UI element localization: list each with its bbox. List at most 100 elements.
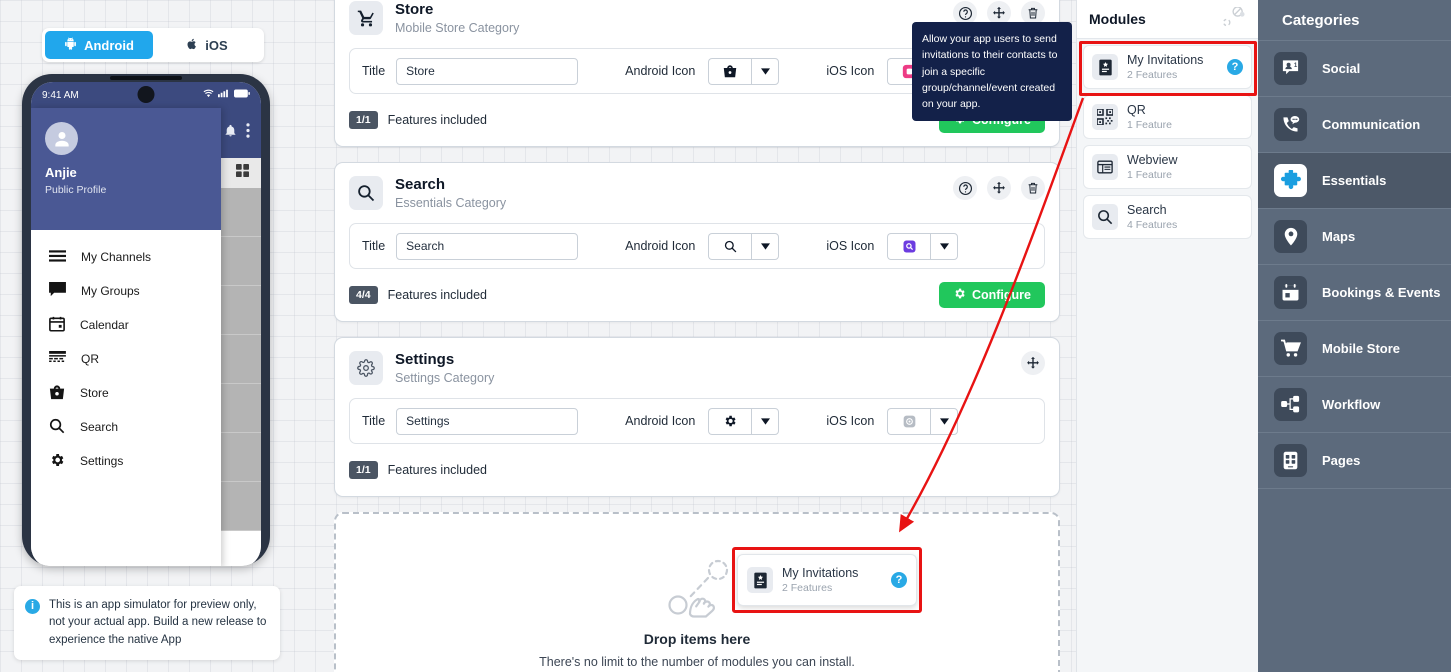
drawer-item-settings[interactable]: Settings (31, 444, 221, 478)
ios-icon-select[interactable] (887, 407, 959, 435)
move-handle-icon[interactable] (987, 176, 1011, 200)
signal-icon (218, 89, 230, 101)
chevron-down-icon[interactable] (751, 57, 780, 85)
category-item-essentials[interactable]: Essentials (1258, 153, 1451, 209)
features-included-label: Features included (387, 288, 487, 302)
categories-panel: Categories 1 Social Communication Essent… (1258, 0, 1451, 672)
help-icon[interactable] (953, 176, 977, 200)
delete-icon[interactable] (1021, 176, 1045, 200)
drawer-item-my-groups[interactable]: My Groups (31, 274, 221, 308)
modules-panel-title: Modules (1089, 11, 1146, 27)
module-item-my-invitations[interactable]: My Invitations 2 Features ? (1083, 45, 1252, 89)
os-toggle-android-label: Android (84, 37, 134, 53)
simulator-note-text: This is an app simulator for preview onl… (49, 599, 267, 646)
drawer-item-my-channels[interactable]: My Channels (31, 240, 221, 274)
title-field-label: Title (362, 64, 386, 78)
drawer-item-label: My Channels (81, 250, 152, 264)
drawer-item-store[interactable]: Store (31, 376, 221, 410)
os-toggle-android[interactable]: Android (45, 31, 153, 59)
category-item-communication[interactable]: Communication (1258, 97, 1451, 153)
chevron-down-icon[interactable] (930, 232, 959, 260)
android-icon-select[interactable] (708, 407, 780, 435)
category-item-label: Communication (1322, 117, 1421, 132)
drawer-user-name: Anjie (45, 165, 77, 180)
card-header: Search Essentials Category (349, 176, 1045, 210)
module-item-features: 1 Feature (1127, 119, 1172, 131)
category-item-label: Maps (1322, 229, 1356, 244)
dragged-module-card[interactable]: My Invitations 2 Features ? (737, 554, 917, 606)
dragged-module-name: My Invitations (782, 566, 859, 580)
category-item-bookings-events[interactable]: Bookings & Events (1258, 265, 1451, 321)
android-icon-select[interactable] (708, 232, 780, 260)
puzzle-icon (1274, 164, 1307, 197)
chat-bubble-icon (49, 282, 66, 300)
drawer-item-calendar[interactable]: Calendar (31, 308, 221, 342)
android-icon-label: Android Icon (625, 414, 696, 428)
android-icon-preview (708, 232, 752, 260)
category-item-workflow[interactable]: Workflow (1258, 377, 1451, 433)
calendar-icon (1274, 276, 1307, 309)
card-action-buttons (953, 176, 1045, 200)
os-toggle-ios-label: iOS (205, 37, 228, 53)
simulator-note: i This is an app simulator for preview o… (14, 586, 280, 660)
chevron-down-icon[interactable] (751, 232, 780, 260)
phone-simulator: 9:41 AM Anjie Public Profile My Channels… (22, 74, 270, 566)
title-field-label: Title (362, 239, 386, 253)
features-included-label: Features included (387, 113, 487, 127)
card-footer: 4/4 Features included Configure (349, 282, 1045, 308)
module-item-search[interactable]: Search 4 Features (1083, 195, 1252, 239)
module-item-name: Webview (1127, 153, 1178, 167)
chevron-down-icon[interactable] (751, 407, 780, 435)
category-item-label: Essentials (1322, 173, 1387, 188)
drawer-item-label: Store (80, 386, 109, 400)
title-input[interactable] (396, 232, 579, 260)
module-dropzone[interactable]: Drop items here There's no limit to the … (334, 512, 1060, 672)
modules-panel: Modules My Invitations 2 Features ? QR 1… (1076, 0, 1258, 672)
move-handle-icon[interactable] (1021, 351, 1045, 375)
category-item-social[interactable]: 1 Social (1258, 41, 1451, 97)
categories-panel-title: Categories (1258, 0, 1451, 41)
category-item-pages[interactable]: Pages (1258, 433, 1451, 489)
simulator-column: Android iOS 9:41 AM Anjie Public Profile… (0, 0, 318, 672)
android-icon-select[interactable] (708, 57, 780, 85)
drawer-item-qr[interactable]: QR (31, 342, 221, 376)
module-item-features: 2 Features (1127, 69, 1178, 81)
module-tooltip: Allow your app users to send invitations… (912, 22, 1072, 122)
battery-icon (234, 89, 250, 101)
help-icon[interactable]: ? (1227, 59, 1243, 75)
module-item-qr[interactable]: QR 1 Feature (1083, 95, 1252, 139)
os-toggle-ios[interactable]: iOS (153, 31, 261, 59)
ios-icon-select[interactable] (887, 232, 959, 260)
drawer-item-search[interactable]: Search (31, 410, 221, 444)
help-icon[interactable]: ? (891, 572, 907, 588)
os-toggle[interactable]: Android iOS (42, 28, 264, 62)
configure-button[interactable]: Configure (938, 282, 1045, 308)
invitation-card-icon (747, 567, 773, 593)
basket-icon (49, 384, 65, 403)
shopping-cart-icon (1274, 332, 1307, 365)
card-title: Search (395, 176, 446, 193)
overflow-menu-icon[interactable] (246, 123, 250, 143)
features-count-badge: 1/1 (349, 111, 378, 129)
chevron-down-icon[interactable] (930, 407, 959, 435)
modules-list: My Invitations 2 Features ? QR 1 Feature… (1077, 39, 1258, 239)
shopping-cart-icon (349, 1, 383, 35)
category-item-maps[interactable]: Maps (1258, 209, 1451, 265)
magnifier-icon (349, 176, 383, 210)
ios-icon-preview (887, 407, 931, 435)
drawer-item-label: QR (81, 352, 99, 366)
title-input[interactable] (396, 57, 579, 85)
phone-status-bar: 9:41 AM (31, 82, 261, 108)
category-item-mobile-store[interactable]: Mobile Store (1258, 321, 1451, 377)
phone-nav-drawer: Anjie Public Profile My Channels My Grou… (31, 108, 221, 566)
module-card-settings: Settings Settings Category Title Android… (334, 337, 1060, 497)
android-icon-preview (708, 407, 752, 435)
title-input[interactable] (396, 407, 579, 435)
module-item-webview[interactable]: Webview 1 Feature (1083, 145, 1252, 189)
qr-icon (1092, 104, 1118, 130)
android-icon-label: Android Icon (625, 64, 696, 78)
phone-grid-icon (1274, 444, 1307, 477)
ios-icon-label: iOS Icon (826, 64, 875, 78)
bell-icon[interactable] (224, 124, 237, 143)
drawer-menu: My Channels My Groups Calendar QR Store … (31, 230, 221, 478)
